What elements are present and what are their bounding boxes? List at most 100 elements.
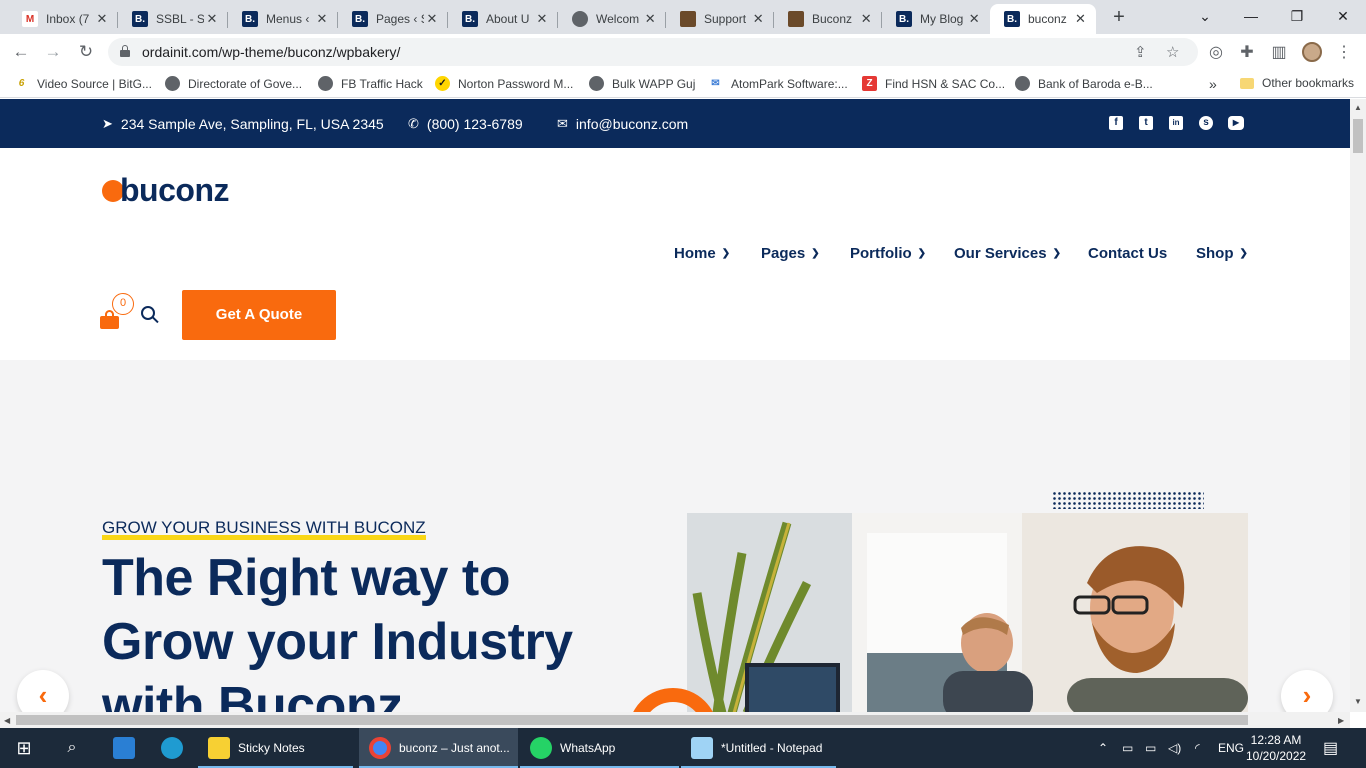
back-arrow-icon[interactable]: ←: [10, 42, 32, 62]
tab-support[interactable]: Support ✕: [666, 4, 774, 34]
kebab-menu-icon[interactable]: ⋮: [1334, 42, 1354, 62]
new-tab-button[interactable]: +: [1108, 6, 1130, 29]
bookmark-item[interactable]: FB Traffic Hack: [318, 76, 423, 91]
scroll-up-icon[interactable]: ▲: [1354, 103, 1362, 112]
bookmark-item[interactable]: ✉ AtomPark Software:...: [708, 76, 848, 91]
nav-portfolio[interactable]: Portfolio ❯: [850, 245, 926, 262]
close-icon[interactable]: ✕: [643, 11, 659, 27]
task-view-button[interactable]: [102, 728, 146, 768]
nav-pages[interactable]: Pages ❯: [761, 245, 820, 262]
sticky-notes-icon: [208, 737, 230, 759]
phone-text[interactable]: (800) 123-6789: [427, 116, 523, 132]
tab-my-blog[interactable]: B. My Blog ✕: [882, 4, 990, 34]
phone-info[interactable]: ✆ (800) 123-6789: [408, 116, 523, 132]
vertical-scrollbar[interactable]: ▲ ▼: [1350, 99, 1366, 712]
horizontal-scroll-thumb[interactable]: [16, 715, 1248, 725]
email-info[interactable]: ✉ info@buconz.com: [557, 116, 688, 132]
edge-button[interactable]: [150, 728, 194, 768]
extension-circle-icon[interactable]: ◎: [1206, 42, 1226, 62]
taskbar-notepad[interactable]: *Untitled - Notepad: [681, 728, 836, 768]
battery-icon[interactable]: ▭: [1145, 728, 1156, 768]
system-clock[interactable]: 12:28 AM 10/20/2022: [1246, 732, 1306, 764]
scroll-right-icon[interactable]: ▶: [1338, 716, 1344, 725]
close-icon[interactable]: ✕: [967, 11, 983, 27]
volume-icon[interactable]: ◁): [1168, 728, 1181, 768]
nav-home[interactable]: Home ❯: [674, 245, 730, 262]
youtube-icon[interactable]: ▶: [1228, 116, 1244, 130]
facebook-icon[interactable]: f: [1109, 116, 1123, 130]
bookmark-label: Video Source | BitG...: [37, 76, 152, 91]
scroll-left-icon[interactable]: ◀: [4, 716, 10, 725]
vertical-scroll-thumb[interactable]: [1353, 119, 1363, 153]
lock-icon[interactable]: [120, 45, 130, 57]
slider-next-button[interactable]: ›: [1281, 670, 1333, 712]
wifi-icon[interactable]: ◜: [1195, 728, 1200, 768]
side-panel-icon[interactable]: ▥: [1269, 42, 1289, 62]
bookmark-item[interactable]: Z Find HSN & SAC Co...: [862, 76, 1005, 91]
reload-icon[interactable]: ↻: [75, 42, 97, 62]
nav-our-services[interactable]: Our Services ❯: [954, 245, 1061, 262]
close-icon[interactable]: ✕: [1073, 11, 1088, 27]
puzzle-icon[interactable]: ✚: [1237, 42, 1257, 62]
bookmark-item[interactable]: Directorate of Gove...: [165, 76, 302, 91]
get-a-quote-button[interactable]: Get A Quote: [182, 290, 336, 340]
tab-about[interactable]: B. About U ✕: [448, 4, 558, 34]
close-icon[interactable]: ✕: [204, 11, 220, 27]
bookmark-item[interactable]: 6 Video Source | BitG...: [14, 76, 152, 91]
search-icon[interactable]: ⌕: [52, 728, 92, 768]
taskbar-whatsapp[interactable]: WhatsApp: [520, 728, 679, 768]
close-icon[interactable]: ✕: [94, 11, 110, 27]
url-text[interactable]: ordainit.com/wp-theme/buconz/wpbakery/: [142, 44, 400, 60]
share-icon[interactable]: ⇪: [1134, 43, 1147, 61]
buconz-favicon-icon: B.: [242, 11, 258, 27]
meet-now-icon[interactable]: ▭: [1122, 728, 1133, 768]
skype-icon[interactable]: s: [1199, 116, 1213, 130]
bookmark-item[interactable]: Bank of Baroda e-B...: [1015, 76, 1153, 91]
close-icon[interactable]: ✕: [534, 11, 550, 27]
tab-ssbl[interactable]: B. SSBL - S ✕: [118, 4, 228, 34]
taskbar-chrome[interactable]: buconz – Just anot...: [359, 728, 518, 768]
tab-gmail[interactable]: M Inbox (7 ✕: [8, 4, 118, 34]
cart-count-badge: 0: [112, 293, 134, 315]
forward-arrow-icon[interactable]: →: [42, 42, 64, 62]
bookmark-star-icon[interactable]: ☆: [1166, 43, 1179, 61]
scroll-down-icon[interactable]: ▼: [1354, 697, 1362, 706]
other-bookmarks[interactable]: Other bookmarks: [1240, 76, 1354, 90]
bookmark-label: AtomPark Software:...: [731, 76, 848, 91]
horizontal-scrollbar[interactable]: ◀ ▶: [0, 712, 1350, 728]
close-window-icon[interactable]: ✕: [1320, 4, 1366, 28]
nav-contact-us[interactable]: Contact Us: [1088, 245, 1167, 262]
close-icon[interactable]: ✕: [859, 11, 875, 27]
nav-shop[interactable]: Shop ❯: [1196, 245, 1248, 262]
search-icon[interactable]: [141, 306, 159, 326]
bitgravity-icon: 6: [14, 76, 29, 91]
tab-buconz-active[interactable]: B. buconz ✕: [990, 4, 1096, 34]
minimize-icon[interactable]: —: [1228, 4, 1274, 28]
twitter-icon[interactable]: t: [1139, 116, 1153, 130]
tab-label: Menus ‹: [266, 12, 310, 26]
windows-start-icon[interactable]: ⊞: [4, 728, 44, 768]
site-logo[interactable]: buconz: [102, 172, 229, 209]
email-text[interactable]: info@buconz.com: [576, 116, 688, 132]
language-indicator[interactable]: ENG: [1218, 728, 1244, 768]
tray-chevron-icon[interactable]: ⌃: [1098, 728, 1108, 768]
taskbar-sticky-notes[interactable]: Sticky Notes: [198, 728, 353, 768]
tab-welcome[interactable]: Welcom ✕: [558, 4, 666, 34]
close-icon[interactable]: ✕: [424, 11, 440, 27]
tab-menus[interactable]: B. Menus ‹ ✕: [228, 4, 338, 34]
tab-search-icon[interactable]: ⌄: [1182, 4, 1228, 28]
headline-line: with Buconz: [102, 677, 403, 712]
linkedin-icon[interactable]: in: [1169, 116, 1183, 130]
more-bookmarks-button[interactable]: »: [1209, 76, 1217, 92]
tab-buconz[interactable]: Buconz ✕: [774, 4, 882, 34]
avatar[interactable]: [1302, 42, 1322, 62]
close-icon[interactable]: ✕: [751, 11, 767, 27]
tab-pages[interactable]: B. Pages ‹ S ✕: [338, 4, 448, 34]
restore-icon[interactable]: ❐: [1274, 4, 1320, 28]
address-bar[interactable]: ordainit.com/wp-theme/buconz/wpbakery/ ⇪…: [108, 38, 1198, 66]
close-icon[interactable]: ✕: [314, 11, 330, 27]
bookmark-item[interactable]: Bulk WAPP Guj: [589, 76, 695, 91]
notifications-icon[interactable]: ▤: [1323, 728, 1338, 768]
slider-prev-button[interactable]: ‹: [17, 670, 69, 712]
bookmark-item[interactable]: ✓ Norton Password M...: [435, 76, 573, 91]
